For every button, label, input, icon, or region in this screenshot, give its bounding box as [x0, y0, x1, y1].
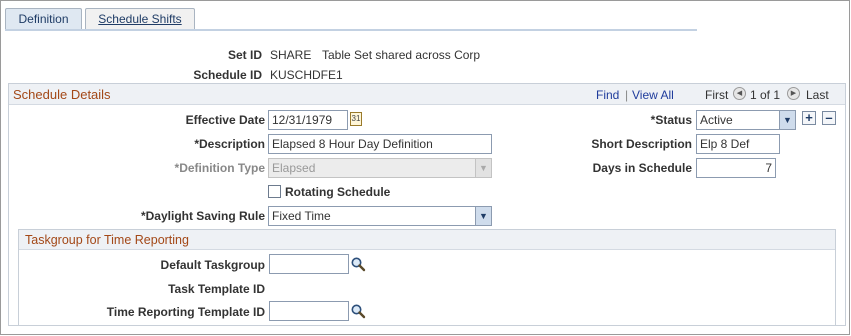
effective-date-label: Effective Date [185, 113, 265, 127]
status-value: Active [700, 113, 733, 127]
first-label: First [705, 88, 729, 102]
description-input[interactable]: Elapsed 8 Hour Day Definition [268, 134, 492, 154]
arrow-left-icon[interactable]: ◀ [733, 87, 746, 100]
chevron-down-icon: ▼ [475, 159, 491, 177]
row-count: 1 of 1 [750, 88, 781, 102]
days-in-schedule-label: Days in Schedule [592, 161, 692, 175]
days-in-schedule-input[interactable]: 7 [696, 158, 776, 178]
short-description-input[interactable]: Elp 8 Def [696, 134, 780, 154]
default-taskgroup-input[interactable] [269, 254, 349, 274]
find-link[interactable]: Find [596, 88, 619, 102]
plus-icon[interactable]: + [802, 111, 816, 125]
tab-schedule-shifts[interactable]: Schedule Shifts [85, 8, 195, 30]
tab-schedule-shifts-label: Schedule Shifts [98, 12, 182, 26]
status-select[interactable]: Active ▼ [696, 110, 796, 130]
tab-definition[interactable]: Definition [5, 8, 82, 30]
default-taskgroup-label: Default Taskgroup [160, 258, 265, 272]
rotating-schedule-label: Rotating Schedule [285, 185, 391, 199]
magnifier-icon[interactable] [350, 303, 366, 319]
description-label: *Description [194, 137, 265, 151]
definition-type-select: Elapsed ▼ [268, 158, 492, 178]
chevron-down-icon[interactable]: ▼ [779, 111, 795, 129]
magnifier-icon[interactable] [350, 256, 366, 272]
view-all-link[interactable]: View All [632, 88, 674, 102]
schedule-details-header: Schedule Details Find | View All First ◀… [9, 84, 845, 105]
setid-description: Table Set shared across Corp [322, 48, 481, 62]
setid-value: SHARE [270, 48, 312, 62]
arrow-right-icon[interactable]: ▶ [787, 87, 800, 100]
schedule-id-label: Schedule ID [193, 68, 262, 82]
setid-label: Set ID [227, 48, 262, 62]
status-label: *Status [650, 113, 692, 127]
task-template-id-label: Task Template ID [168, 282, 265, 296]
schedule-id-value: KUSCHDFE1 [270, 68, 343, 82]
definition-type-label: *Definition Type [174, 161, 265, 175]
taskgroup-header: Taskgroup for Time Reporting [19, 230, 835, 250]
last-label: Last [806, 88, 829, 102]
nav-separator: | [625, 88, 629, 102]
daylight-saving-rule-select[interactable]: Fixed Time ▼ [268, 206, 492, 226]
time-reporting-template-id-label: Time Reporting Template ID [106, 305, 265, 319]
daylight-saving-rule-label: *Daylight Saving Rule [140, 209, 265, 223]
minus-icon[interactable]: – [822, 111, 836, 125]
chevron-down-icon[interactable]: ▼ [475, 207, 491, 225]
daylight-saving-rule-value: Fixed Time [272, 209, 331, 223]
short-description-label: Short Description [591, 137, 692, 151]
effective-date-input[interactable]: 12/31/1979 [268, 110, 348, 130]
schedule-details-title: Schedule Details [13, 87, 111, 102]
tab-divider [5, 29, 697, 31]
calendar-icon[interactable]: 31 [350, 112, 362, 126]
taskgroup-title: Taskgroup for Time Reporting [25, 233, 189, 247]
rotating-schedule-checkbox[interactable] [268, 185, 281, 198]
time-reporting-template-id-input[interactable] [269, 301, 349, 321]
definition-type-value: Elapsed [272, 161, 316, 175]
